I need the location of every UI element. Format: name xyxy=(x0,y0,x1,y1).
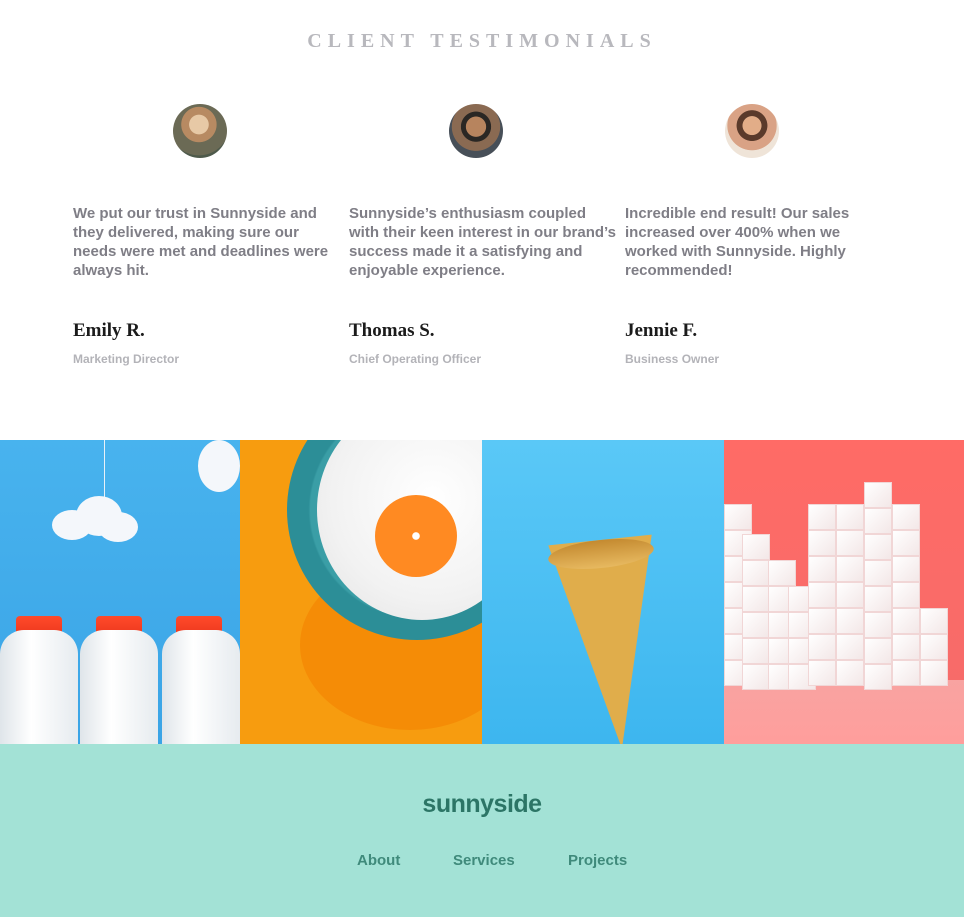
sugar-cube xyxy=(808,530,836,556)
testimonial-role: Chief Operating Officer xyxy=(349,352,482,366)
sugar-cube xyxy=(920,660,948,686)
sugar-cube xyxy=(864,534,892,560)
cloud-icon xyxy=(198,440,240,492)
sugar-cube xyxy=(808,504,836,530)
testimonial-name: Thomas S. xyxy=(349,320,435,341)
sugar-cube xyxy=(892,634,920,660)
sugar-cube xyxy=(836,504,864,530)
sugar-cube xyxy=(864,482,892,508)
sugar-cube xyxy=(920,634,948,660)
sugar-cube xyxy=(742,560,770,586)
testimonial-role: Marketing Director xyxy=(73,352,180,366)
footer-logo[interactable]: sunnyside xyxy=(0,790,964,819)
sugar-cube xyxy=(768,560,796,586)
sugar-cube xyxy=(892,556,920,582)
gallery xyxy=(0,440,964,744)
sugar-cube xyxy=(742,638,770,664)
footer: sunnyside About Services Projects xyxy=(0,744,964,917)
sugar-cube xyxy=(892,660,920,686)
gallery-image-sugar-cubes xyxy=(724,440,964,744)
footer-link-projects[interactable]: Projects xyxy=(568,852,627,869)
sugar-cube xyxy=(864,586,892,612)
sugar-cube xyxy=(808,582,836,608)
testimonial-name: Emily R. xyxy=(73,320,145,341)
sugar-cube xyxy=(742,612,770,638)
footer-link-about[interactable]: About xyxy=(357,852,400,869)
sugar-cube xyxy=(864,664,892,690)
testimonial-quote: Incredible end result! Our sales increas… xyxy=(625,205,850,279)
sugar-cube xyxy=(742,664,770,690)
bottle xyxy=(162,630,240,744)
sugar-cube xyxy=(808,634,836,660)
sugar-cube xyxy=(724,504,752,530)
sugar-cube xyxy=(892,582,920,608)
testimonial-role: Business Owner xyxy=(625,352,720,366)
sugar-cube xyxy=(742,534,770,560)
bottle xyxy=(80,630,158,744)
sugar-cube xyxy=(808,556,836,582)
bottle xyxy=(0,630,78,744)
testimonial-name: Jennie F. xyxy=(625,320,698,341)
gallery-image-ice-cream-cone xyxy=(482,440,724,744)
sugar-cube xyxy=(892,504,920,530)
avatar xyxy=(173,104,227,158)
sugar-cube xyxy=(742,586,770,612)
gallery-image-milk-bottles xyxy=(0,440,240,744)
sugar-cube xyxy=(808,660,836,686)
page: CLIENT TESTIMONIALS We put our trust in … xyxy=(0,0,964,917)
footer-link-services[interactable]: Services xyxy=(453,852,515,869)
testimonial-quote: Sunnyside’s enthusiasm coupled with thei… xyxy=(349,205,616,279)
avatar xyxy=(725,104,779,158)
sugar-cube xyxy=(836,582,864,608)
sugar-cube xyxy=(836,556,864,582)
sugar-cube xyxy=(864,638,892,664)
testimonials-section: CLIENT TESTIMONIALS We put our trust in … xyxy=(0,0,964,440)
sugar-cube xyxy=(836,608,864,634)
sugar-cube xyxy=(892,530,920,556)
sugar-cube xyxy=(836,530,864,556)
gallery-image-orange-plate xyxy=(240,440,482,744)
sugar-cube xyxy=(864,560,892,586)
sugar-cube xyxy=(864,612,892,638)
sugar-cube xyxy=(864,508,892,534)
sugar-cube xyxy=(808,608,836,634)
testimonial-quote: We put our trust in Sunnyside and they d… xyxy=(73,205,329,279)
sugar-cube xyxy=(836,634,864,660)
sugar-cube xyxy=(892,608,920,634)
cloud-icon xyxy=(98,512,138,542)
sugar-cube xyxy=(836,660,864,686)
avatar xyxy=(449,104,503,158)
sugar-cube xyxy=(920,608,948,634)
section-title: CLIENT TESTIMONIALS xyxy=(307,30,657,52)
orange-slice-icon xyxy=(375,495,457,577)
